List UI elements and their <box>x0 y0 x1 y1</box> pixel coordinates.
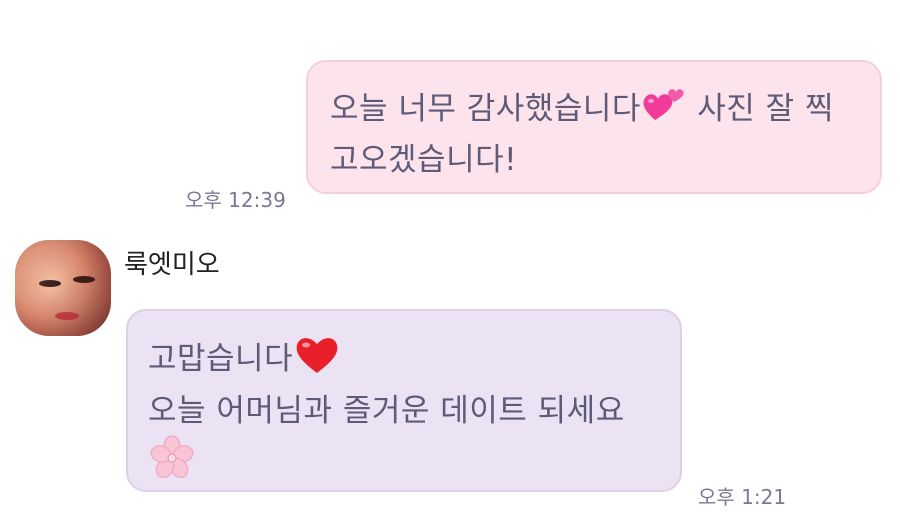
received-message-line-1: 고맙습니다 <box>148 333 680 388</box>
sent-message-text-part-2: 사진 잘 찍 <box>686 91 835 127</box>
received-message-text-part-1: 고맙습니다 <box>148 341 294 377</box>
two-hearts-icon <box>641 84 687 137</box>
red-heart-icon <box>293 333 341 388</box>
received-message-line-3 <box>148 434 680 495</box>
sent-message-bubble[interactable]: 오늘 너무 감사했습니다 사진 잘 찍 고오겠습니다! <box>306 60 882 194</box>
sender-name: 룩엣미오 <box>124 250 220 280</box>
cherry-blossom-icon <box>148 434 196 495</box>
sent-message-text-part-1: 오늘 너무 감사했습니다 <box>330 91 641 127</box>
sent-message-line-2: 고오겠습니다! <box>330 142 518 178</box>
sent-message-timestamp: 오후 12:39 <box>185 188 286 212</box>
avatar-shading <box>15 240 111 336</box>
received-message-bubble[interactable]: 고맙습니다 오늘 어머님과 즐거운 데이트 되세요 <box>126 309 682 492</box>
sender-avatar[interactable] <box>15 240 111 336</box>
received-message-timestamp: 오후 1:21 <box>698 485 787 509</box>
received-message-line-2: 오늘 어머님과 즐거운 데이트 되세요 <box>148 393 625 429</box>
sent-message-line-1: 오늘 너무 감사했습니다 사진 잘 찍 <box>330 84 880 137</box>
